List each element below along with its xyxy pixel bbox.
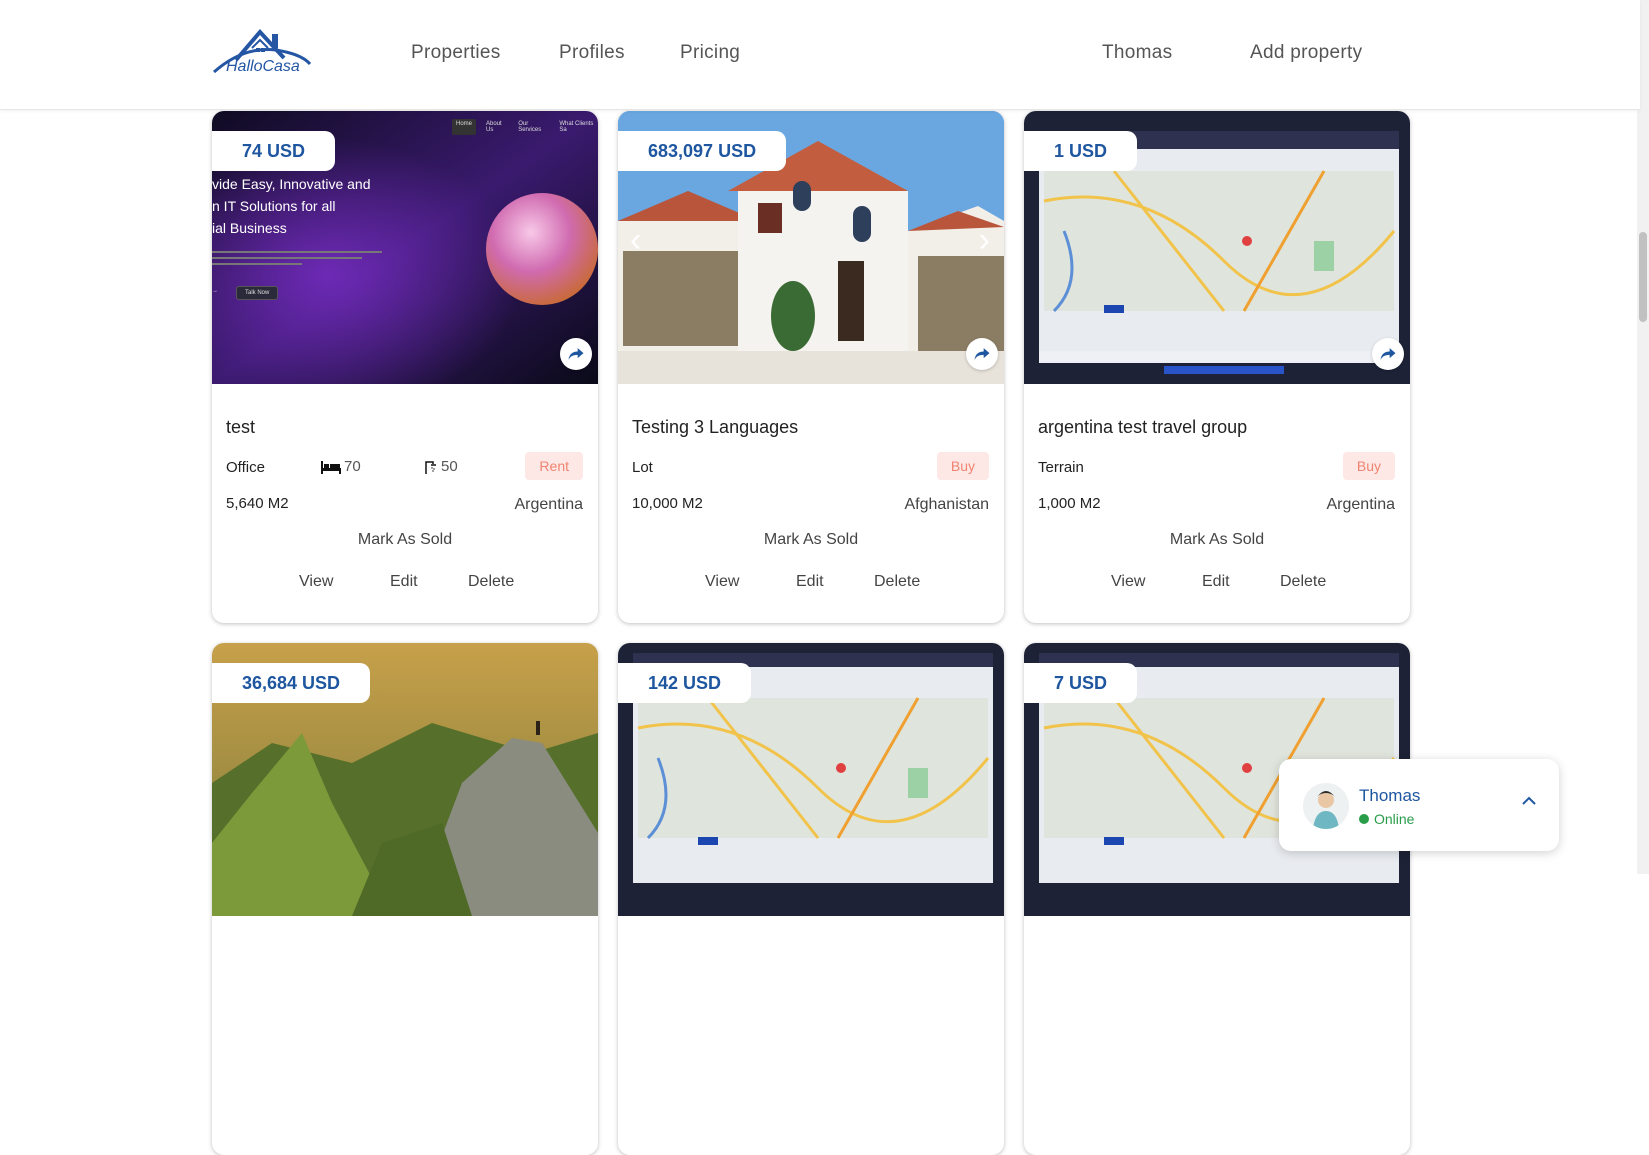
bathrooms-count: 50: [441, 458, 458, 475]
bedrooms-count: 70: [344, 458, 361, 475]
property-type: Office: [226, 459, 265, 476]
property-title[interactable]: Testing 3 Languages: [632, 417, 798, 438]
mark-as-sold-button[interactable]: Mark As Sold: [618, 531, 1004, 549]
nav-profiles[interactable]: Profiles: [559, 42, 625, 64]
img-headline-2: n IT Solutions for all: [212, 198, 336, 214]
property-type: Terrain: [1038, 459, 1084, 476]
user-menu[interactable]: Thomas: [1102, 42, 1172, 64]
property-card: 142 USD: [618, 643, 1004, 1155]
img-nav-services: Our Services: [518, 121, 542, 133]
property-card: 1 USD argentina test travel group Terrai…: [1024, 111, 1410, 623]
property-card: 7 USD: [1024, 643, 1410, 1155]
price-badge: 1 USD: [1024, 131, 1138, 171]
listing-type-badge: Buy: [936, 452, 989, 480]
listing-type-badge: Buy: [1342, 452, 1395, 480]
online-status: Online: [1359, 811, 1414, 827]
avatar: [1303, 783, 1349, 829]
property-country: Argentina: [1326, 496, 1396, 513]
bed-icon: [321, 460, 341, 474]
property-area: 1,000 M2: [1038, 495, 1101, 512]
property-area: 5,640 M2: [226, 495, 289, 512]
bath-icon: [425, 460, 436, 474]
nav-properties[interactable]: Properties: [411, 42, 501, 64]
property-country: Argentina: [514, 496, 584, 513]
property-type: Lot: [632, 459, 653, 476]
prev-image-arrow[interactable]: ‹: [630, 221, 641, 260]
property-title[interactable]: argentina test travel group: [1038, 417, 1247, 438]
property-card: ‹ › 683,097 USD Testing 3 Languages Lot …: [618, 111, 1004, 623]
chat-user-name: Thomas: [1359, 786, 1421, 805]
scrollbar-thumb[interactable]: [1639, 232, 1647, 322]
property-card: 36,684 USD: [212, 643, 598, 1155]
nav-pricing[interactable]: Pricing: [680, 42, 740, 64]
price-badge: 74 USD: [212, 131, 336, 171]
view-button[interactable]: View: [705, 573, 739, 591]
share-icon: [568, 348, 584, 360]
mark-as-sold-button[interactable]: Mark As Sold: [1024, 531, 1410, 549]
img-headline-1: vide Easy, Innovative and: [212, 176, 371, 192]
online-status-label: Online: [1374, 811, 1415, 827]
delete-button[interactable]: Delete: [1280, 573, 1326, 591]
img-nav-clients: What Clients Sa: [559, 121, 594, 133]
mark-as-sold-button[interactable]: Mark As Sold: [212, 531, 598, 549]
edit-button[interactable]: Edit: [796, 573, 824, 591]
chevron-up-icon[interactable]: [1521, 793, 1537, 811]
page-scrollbar[interactable]: [1637, 0, 1649, 874]
price-badge: 142 USD: [618, 663, 752, 703]
price-badge: 7 USD: [1024, 663, 1138, 703]
property-title[interactable]: test: [226, 417, 255, 438]
view-button[interactable]: View: [1111, 573, 1145, 591]
delete-button[interactable]: Delete: [468, 573, 514, 591]
price-badge: 36,684 USD: [212, 663, 371, 703]
img-cta: Talk Now: [236, 286, 279, 300]
property-country: Afghanistan: [904, 496, 989, 513]
add-property-link[interactable]: Add property: [1250, 42, 1362, 64]
property-area: 10,000 M2: [632, 495, 703, 512]
property-card: Home About Us Our Services What Clients …: [212, 111, 598, 623]
chat-widget[interactable]: Thomas Online: [1279, 759, 1559, 851]
share-button[interactable]: [966, 338, 998, 370]
next-image-arrow[interactable]: ›: [979, 221, 990, 260]
online-dot-icon: [1359, 814, 1369, 824]
img-nav-about: About Us: [486, 121, 502, 133]
bathrooms: 50: [423, 458, 458, 475]
img-headline-3: ial Business: [212, 220, 287, 236]
share-button[interactable]: [1372, 338, 1404, 370]
share-icon: [1380, 348, 1396, 360]
edit-button[interactable]: Edit: [1202, 573, 1230, 591]
view-button[interactable]: View: [299, 573, 333, 591]
edit-button[interactable]: Edit: [390, 573, 418, 591]
img-nav-home: Home: [452, 119, 477, 135]
share-icon: [974, 348, 990, 360]
share-button[interactable]: [560, 338, 592, 370]
listing-type-badge: Rent: [525, 452, 583, 480]
top-header: HalloCasa Properties Profiles Pricing Th…: [0, 0, 1640, 110]
delete-button[interactable]: Delete: [874, 573, 920, 591]
price-badge: 683,097 USD: [618, 131, 787, 171]
bedrooms: 70: [320, 458, 361, 475]
logo-text: HalloCasa: [226, 58, 300, 75]
